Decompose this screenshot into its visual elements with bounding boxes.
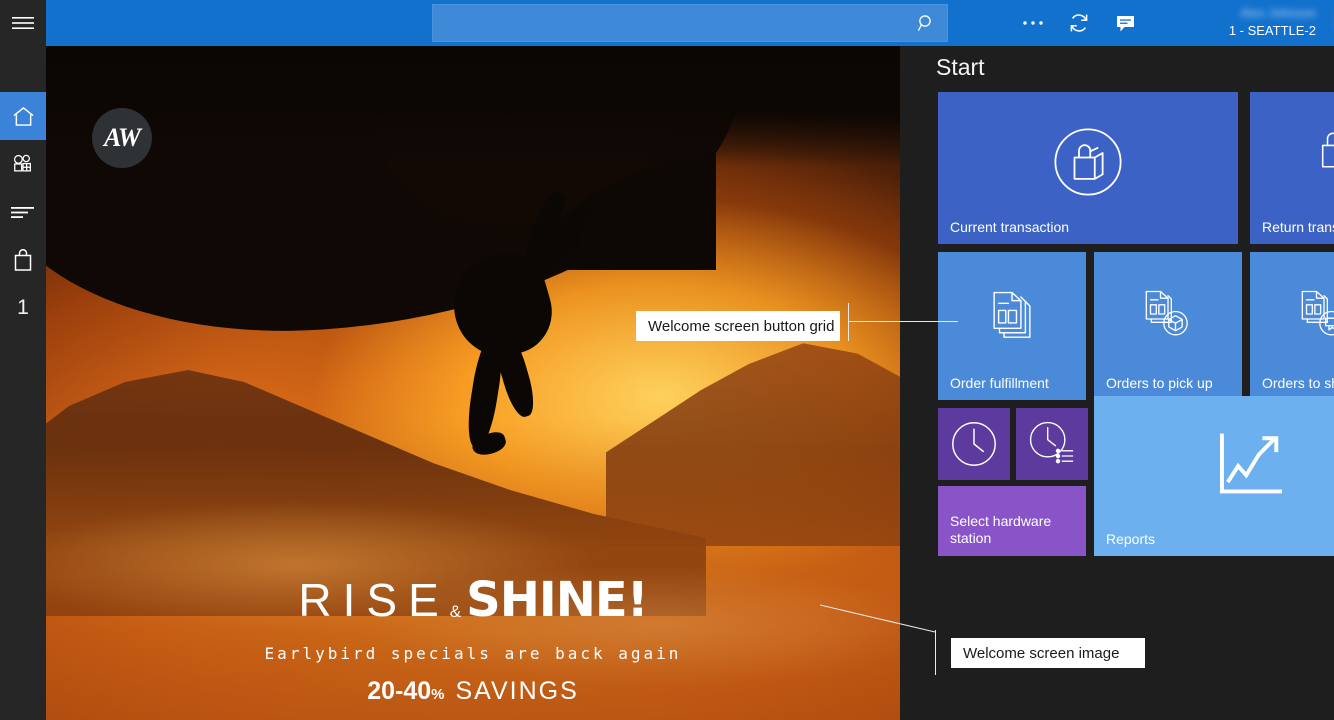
promo-headline-ampersand: & bbox=[450, 603, 466, 620]
sidebar-item-count-label: 1 bbox=[17, 296, 29, 320]
document-package-icon bbox=[1143, 289, 1193, 339]
climber-silhouette bbox=[376, 186, 666, 486]
home-icon bbox=[12, 106, 35, 127]
aw-logo-text: AW bbox=[104, 123, 140, 153]
tile-select-hardware-station[interactable]: Select hardware station bbox=[938, 486, 1086, 556]
callout-leader-grid-vertical bbox=[848, 303, 849, 341]
feedback-icon bbox=[1115, 13, 1136, 34]
tile-icon-wrapper bbox=[1028, 420, 1076, 468]
welcome-screen-image: AW RISE & SHINE! Earlybird specials are … bbox=[46, 46, 900, 720]
sidebar-item-lines[interactable] bbox=[0, 188, 46, 236]
hamburger-icon bbox=[12, 16, 34, 30]
tile-label: Current transaction bbox=[950, 219, 1069, 236]
tile-label: Return transaction bbox=[1262, 219, 1334, 236]
tile-label: Orders to ship bbox=[1262, 375, 1334, 392]
tile-label: Orders to pick up bbox=[1106, 375, 1213, 392]
promo-savings: 20-40% SAVINGS bbox=[46, 677, 900, 706]
tile-icon-wrapper bbox=[1313, 128, 1334, 190]
shopping-bag-icon bbox=[13, 249, 33, 272]
search-box[interactable] bbox=[432, 4, 948, 42]
tile-return-transaction[interactable]: Return transaction bbox=[1250, 92, 1334, 244]
tile-icon-wrapper bbox=[1052, 126, 1124, 198]
cubes-icon bbox=[11, 153, 35, 175]
page-title: Start bbox=[936, 54, 985, 81]
search-icon bbox=[917, 14, 936, 33]
tile-current-transaction[interactable]: Current transaction bbox=[938, 92, 1238, 244]
clock-list-icon bbox=[1028, 420, 1076, 468]
sidebar-item-count[interactable]: 1 bbox=[0, 284, 46, 332]
promo-savings-percent: % bbox=[431, 686, 446, 703]
callout-welcome-screen-image: Welcome screen image bbox=[951, 638, 1145, 668]
promo-headline-bold: SHINE! bbox=[466, 576, 647, 624]
sidebar-item-home[interactable] bbox=[0, 92, 46, 140]
shopping-bag-circle-icon bbox=[1052, 126, 1124, 198]
tile-label: Reports bbox=[1106, 531, 1155, 548]
promo-savings-word: SAVINGS bbox=[455, 677, 578, 705]
sidebar-item-cart[interactable] bbox=[0, 236, 46, 284]
callout-welcome-screen-image-label: Welcome screen image bbox=[963, 645, 1119, 662]
promo-headline-light: RISE bbox=[298, 577, 449, 623]
promo-headline: RISE & SHINE! bbox=[46, 576, 900, 624]
ellipsis-icon bbox=[1022, 19, 1044, 27]
list-lines-icon bbox=[11, 205, 35, 219]
hamburger-menu-button[interactable] bbox=[0, 0, 46, 46]
tile-orders-to-ship[interactable]: Orders to ship bbox=[1250, 252, 1334, 400]
top-command-bar: Alex Johnson 1 - SEATTLE-2 bbox=[46, 0, 1334, 46]
tile-icon-wrapper bbox=[1143, 289, 1193, 339]
tile-time-clock-entries[interactable] bbox=[1016, 408, 1088, 480]
user-store: 1 - SEATTLE-2 bbox=[1136, 22, 1316, 39]
more-options-button[interactable] bbox=[1016, 7, 1050, 39]
tile-order-fulfillment[interactable]: Order fulfillment bbox=[938, 252, 1086, 400]
aw-logo: AW bbox=[92, 108, 152, 168]
refresh-button[interactable] bbox=[1062, 7, 1096, 39]
user-info[interactable]: Alex Johnson 1 - SEATTLE-2 bbox=[1136, 4, 1326, 44]
promo-savings-number: 20-40 bbox=[367, 677, 431, 705]
callout-leader-image-diagonal bbox=[820, 600, 940, 640]
user-name: Alex Johnson bbox=[1136, 4, 1316, 22]
tile-icon-wrapper bbox=[1215, 429, 1289, 503]
return-bag-icon bbox=[1313, 128, 1334, 190]
promo-subline: Earlybird specials are back again bbox=[46, 644, 900, 663]
search-button[interactable] bbox=[905, 5, 947, 41]
search-input[interactable] bbox=[433, 15, 905, 31]
tile-icon-wrapper bbox=[1299, 289, 1334, 339]
sidebar-item-products[interactable] bbox=[0, 140, 46, 188]
tile-reports[interactable]: Reports bbox=[1094, 396, 1334, 556]
chart-trend-icon bbox=[1215, 429, 1289, 503]
start-panel: Start Current transaction Return transac… bbox=[900, 46, 1334, 720]
tile-icon-wrapper bbox=[987, 289, 1037, 339]
hero-top-shade bbox=[46, 46, 900, 166]
tile-icon-wrapper bbox=[950, 420, 998, 468]
document-ship-icon bbox=[1299, 289, 1334, 339]
callout-welcome-screen-button-grid: Welcome screen button grid bbox=[636, 311, 840, 341]
promo-banner: RISE & SHINE! Earlybird specials are bac… bbox=[46, 576, 900, 706]
tile-label: Order fulfillment bbox=[950, 375, 1049, 392]
tile-time-clock[interactable] bbox=[938, 408, 1010, 480]
document-stack-icon bbox=[987, 289, 1037, 339]
clock-icon bbox=[950, 420, 998, 468]
callout-leader-grid-horizontal bbox=[848, 321, 958, 322]
tile-orders-to-pick-up[interactable]: Orders to pick up bbox=[1094, 252, 1242, 400]
callout-welcome-screen-button-grid-label: Welcome screen button grid bbox=[648, 318, 834, 335]
left-navigation-rail: 1 bbox=[0, 0, 46, 720]
refresh-icon bbox=[1068, 12, 1090, 34]
tile-label: Select hardware station bbox=[950, 513, 1075, 547]
